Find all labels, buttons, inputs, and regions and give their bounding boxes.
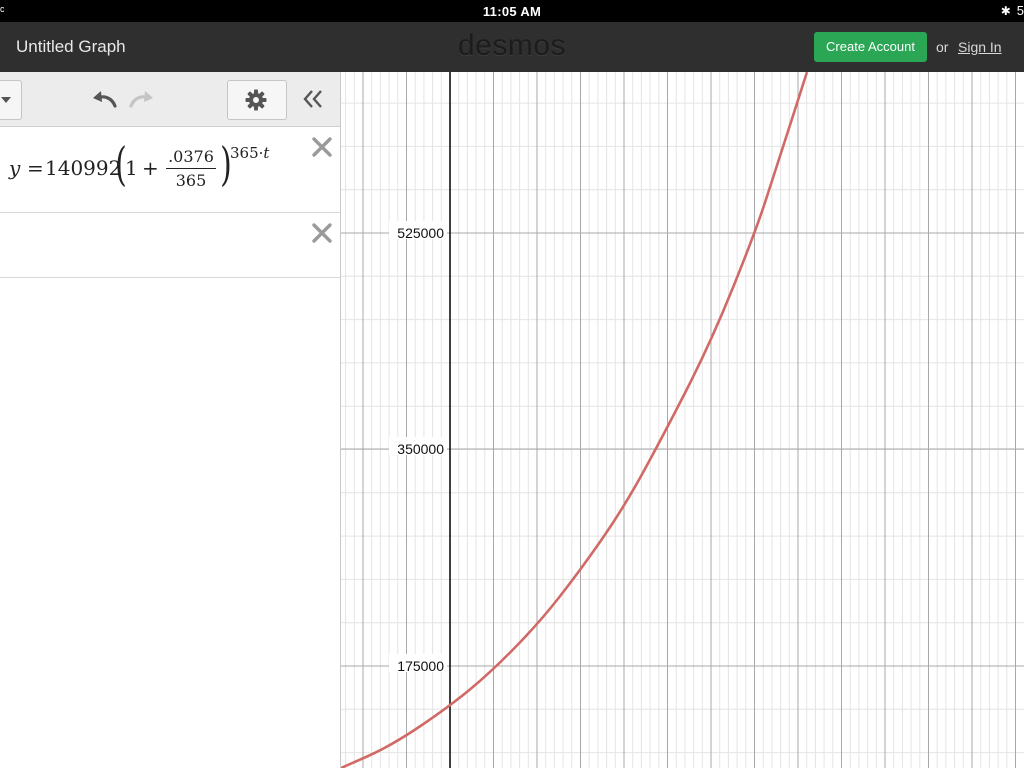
sign-in-link[interactable]: Sign In — [958, 39, 1002, 55]
delete-expression-button[interactable] — [311, 136, 333, 158]
math-exponent-variable: t — [263, 144, 270, 162]
collapse-panel-button[interactable] — [300, 86, 326, 112]
math-fraction: .0376 365 — [166, 147, 216, 190]
close-icon — [312, 223, 332, 243]
math-plus: + — [142, 156, 159, 180]
create-account-button[interactable]: Create Account — [814, 32, 927, 62]
status-bar: ᶜ 11:05 AM ✱ 5 — [0, 0, 1024, 22]
graph-settings-button[interactable] — [227, 80, 287, 120]
app-header: Untitled Graph desmos Create Account or … — [0, 22, 1024, 72]
expression-toolbar — [0, 72, 340, 127]
graph-svg[interactable]: 525000 350000 175000 — [340, 71, 1024, 770]
add-item-dropdown[interactable] — [0, 80, 22, 120]
y-tick-label: 525000 — [397, 225, 444, 241]
undo-button[interactable] — [90, 86, 120, 112]
math-one: 1 — [125, 156, 138, 180]
y-tick-label: 175000 — [397, 658, 444, 674]
or-label: or — [936, 39, 949, 55]
math-coefficient: 140992 — [45, 156, 122, 180]
expression-row[interactable]: y = 140992 ( 1 + .0376 365 ) 365·t — [0, 127, 340, 213]
bluetooth-icon: ✱ — [1000, 3, 1011, 18]
math-fraction-numerator: .0376 — [166, 147, 216, 169]
graph-canvas[interactable]: 525000 350000 175000 — [340, 71, 1024, 770]
double-chevron-left-icon — [303, 90, 322, 108]
undo-icon — [93, 91, 117, 108]
expression-panel: y = 140992 ( 1 + .0376 365 ) 365·t — [0, 72, 341, 768]
gear-icon — [245, 89, 267, 111]
math-exponent-number: 365 — [230, 144, 259, 162]
close-icon — [312, 137, 332, 157]
redo-button[interactable] — [126, 86, 156, 112]
redo-icon — [129, 91, 153, 108]
math-lhs: y — [9, 156, 21, 180]
math-exponent: 365·t — [230, 144, 269, 162]
status-time: 11:05 AM — [482, 4, 542, 19]
math-equals: = — [27, 156, 44, 180]
expression-row-empty[interactable] — [0, 213, 340, 278]
battery-percent: 5 — [1016, 3, 1024, 18]
expression-math[interactable]: y = 140992 ( 1 + .0376 365 ) 365·t — [9, 137, 299, 195]
math-fraction-denominator: 365 — [175, 171, 207, 190]
y-tick-label: 350000 — [397, 441, 444, 457]
dropdown-caret-icon — [1, 97, 11, 103]
status-right: ✱ 5 — [1001, 3, 1024, 18]
delete-expression-button[interactable] — [311, 222, 333, 244]
